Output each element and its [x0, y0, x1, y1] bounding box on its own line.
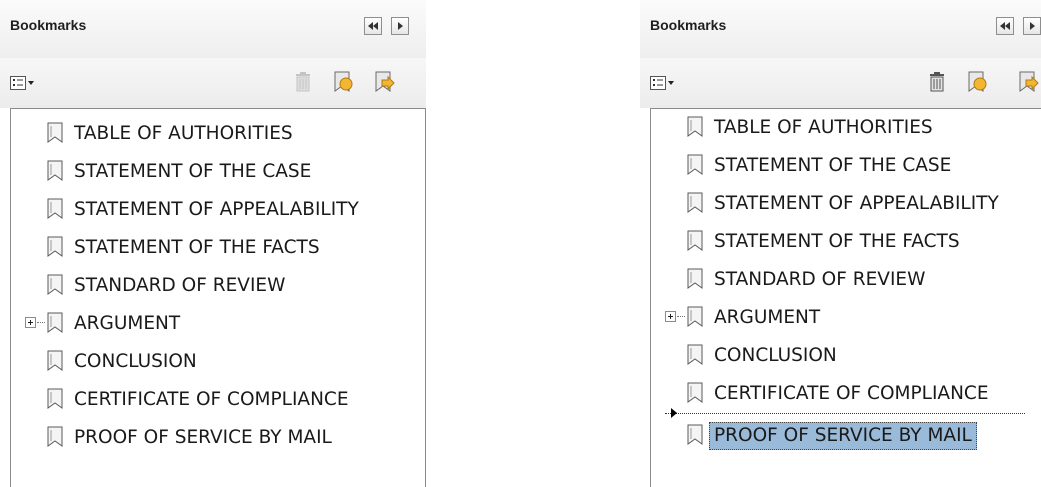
bookmark-item[interactable]: STANDARD OF REVIEW — [11, 271, 425, 309]
bookmark-item[interactable]: PROOF OF SERVICE BY MAIL — [11, 423, 425, 461]
bookmarks-panel-before: Bookmarks TABLE OF AUTHORITIES STATEMENT… — [0, 0, 426, 487]
bookmark-label: CERTIFICATE OF COMPLIANCE — [74, 389, 349, 410]
bookmark-label: TABLE OF AUTHORITIES — [74, 123, 293, 144]
bookmark-ribbon-icon — [687, 382, 703, 403]
new-bookmark-icon[interactable] — [331, 70, 355, 94]
options-menu-button[interactable] — [650, 76, 676, 90]
bookmark-ribbon-icon — [47, 198, 63, 219]
bookmark-item[interactable]: CERTIFICATE OF COMPLIANCE — [651, 379, 1041, 417]
expand-toggle[interactable] — [665, 311, 676, 322]
trash-can-icon[interactable] — [925, 70, 949, 94]
trash-can-icon[interactable] — [291, 70, 315, 94]
bookmark-label: STATEMENT OF THE CASE — [74, 161, 312, 182]
bookmark-label: STATEMENT OF APPEALABILITY — [74, 199, 359, 220]
bookmark-ribbon-icon — [687, 116, 703, 137]
panel-header: Bookmarks — [640, 0, 1041, 58]
bookmark-item[interactable]: STATEMENT OF APPEALABILITY — [651, 189, 1041, 227]
chevron-down-icon — [668, 81, 674, 85]
options-list-icon — [10, 76, 26, 90]
bookmark-ribbon-icon — [687, 230, 703, 251]
bookmark-label: PROOF OF SERVICE BY MAIL — [74, 427, 332, 448]
bookmark-ribbon-icon — [687, 192, 703, 213]
chevron-down-icon — [28, 81, 34, 85]
bookmark-ribbon-icon — [47, 122, 63, 143]
collapse-panel-button[interactable] — [364, 17, 382, 35]
right-arrow-icon — [398, 22, 403, 30]
bookmark-item[interactable]: CONCLUSION — [651, 341, 1041, 379]
bookmark-arrow-icon[interactable] — [372, 70, 396, 94]
expand-toggle[interactable] — [25, 317, 36, 328]
bookmark-item[interactable]: ARGUMENT — [651, 303, 1041, 341]
bookmark-label: STATEMENT OF THE FACTS — [74, 237, 320, 258]
bookmarks-panel-after: Bookmarks TABLE OF AUTHORITIES STATEMENT… — [640, 0, 1041, 487]
bookmark-ribbon-icon — [687, 344, 703, 365]
bookmark-ribbon-icon — [687, 154, 703, 175]
tree-connector — [677, 316, 685, 317]
collapse-panel-button[interactable] — [996, 17, 1014, 35]
bookmark-item[interactable]: STATEMENT OF THE CASE — [651, 151, 1041, 189]
bookmark-item[interactable]: CERTIFICATE OF COMPLIANCE — [11, 385, 425, 423]
expand-panel-button[interactable] — [391, 17, 409, 35]
bookmark-item[interactable]: TABLE OF AUTHORITIES — [651, 113, 1041, 151]
bookmark-tree[interactable]: TABLE OF AUTHORITIES STATEMENT OF THE CA… — [10, 108, 426, 487]
bookmark-label: PROOF OF SERVICE BY MAIL — [709, 422, 977, 450]
bookmark-arrow-icon[interactable] — [1016, 70, 1040, 94]
panel-title: Bookmarks — [650, 17, 727, 33]
bookmark-item[interactable]: ARGUMENT — [11, 309, 425, 347]
bookmark-item[interactable]: STATEMENT OF THE FACTS — [11, 233, 425, 271]
bookmark-label: STANDARD OF REVIEW — [74, 275, 286, 296]
bookmark-label: ARGUMENT — [714, 307, 821, 328]
expand-panel-button[interactable] — [1023, 17, 1041, 35]
panel-title: Bookmarks — [10, 17, 87, 33]
bookmark-label: STANDARD OF REVIEW — [714, 269, 926, 290]
bookmark-item[interactable]: STATEMENT OF THE FACTS — [651, 227, 1041, 265]
drop-insertion-line — [665, 413, 1025, 414]
bookmark-ribbon-icon — [47, 312, 63, 333]
bookmark-item[interactable]: STANDARD OF REVIEW — [651, 265, 1041, 303]
drop-marker-icon — [671, 408, 677, 418]
options-menu-button[interactable] — [10, 76, 36, 90]
bookmark-item[interactable]: STATEMENT OF APPEALABILITY — [11, 195, 425, 233]
bookmark-label: ARGUMENT — [74, 313, 181, 334]
bookmark-label: STATEMENT OF APPEALABILITY — [714, 193, 999, 214]
double-left-arrow-icon — [368, 22, 378, 30]
bookmark-ribbon-icon — [687, 268, 703, 289]
bookmark-label: STATEMENT OF THE FACTS — [714, 231, 960, 252]
bookmark-ribbon-icon — [687, 424, 703, 445]
double-left-arrow-icon — [1000, 22, 1010, 30]
bookmarks-toolbar — [0, 58, 426, 108]
bookmark-tree[interactable]: TABLE OF AUTHORITIES STATEMENT OF THE CA… — [650, 108, 1041, 487]
bookmark-label: CONCLUSION — [74, 351, 197, 372]
right-arrow-icon — [1030, 22, 1035, 30]
bookmark-item[interactable]: TABLE OF AUTHORITIES — [11, 119, 425, 157]
bookmark-ribbon-icon — [47, 274, 63, 295]
bookmark-item[interactable]: CONCLUSION — [11, 347, 425, 385]
bookmark-item[interactable]: STATEMENT OF THE CASE — [11, 157, 425, 195]
options-list-icon — [650, 76, 666, 90]
bookmark-ribbon-icon — [47, 160, 63, 181]
bookmark-label: STATEMENT OF THE CASE — [714, 155, 952, 176]
bookmark-label: CERTIFICATE OF COMPLIANCE — [714, 383, 989, 404]
bookmarks-toolbar — [640, 58, 1041, 108]
new-bookmark-icon[interactable] — [965, 70, 989, 94]
bookmark-ribbon-icon — [687, 306, 703, 327]
tree-connector — [37, 322, 45, 323]
bookmark-label: CONCLUSION — [714, 345, 837, 366]
panel-header: Bookmarks — [0, 0, 426, 58]
bookmark-label: TABLE OF AUTHORITIES — [714, 117, 933, 138]
bookmark-ribbon-icon — [47, 388, 63, 409]
bookmark-ribbon-icon — [47, 350, 63, 371]
bookmark-ribbon-icon — [47, 426, 63, 447]
bookmark-item-selected[interactable]: PROOF OF SERVICE BY MAIL — [651, 421, 1041, 459]
bookmark-ribbon-icon — [47, 236, 63, 257]
